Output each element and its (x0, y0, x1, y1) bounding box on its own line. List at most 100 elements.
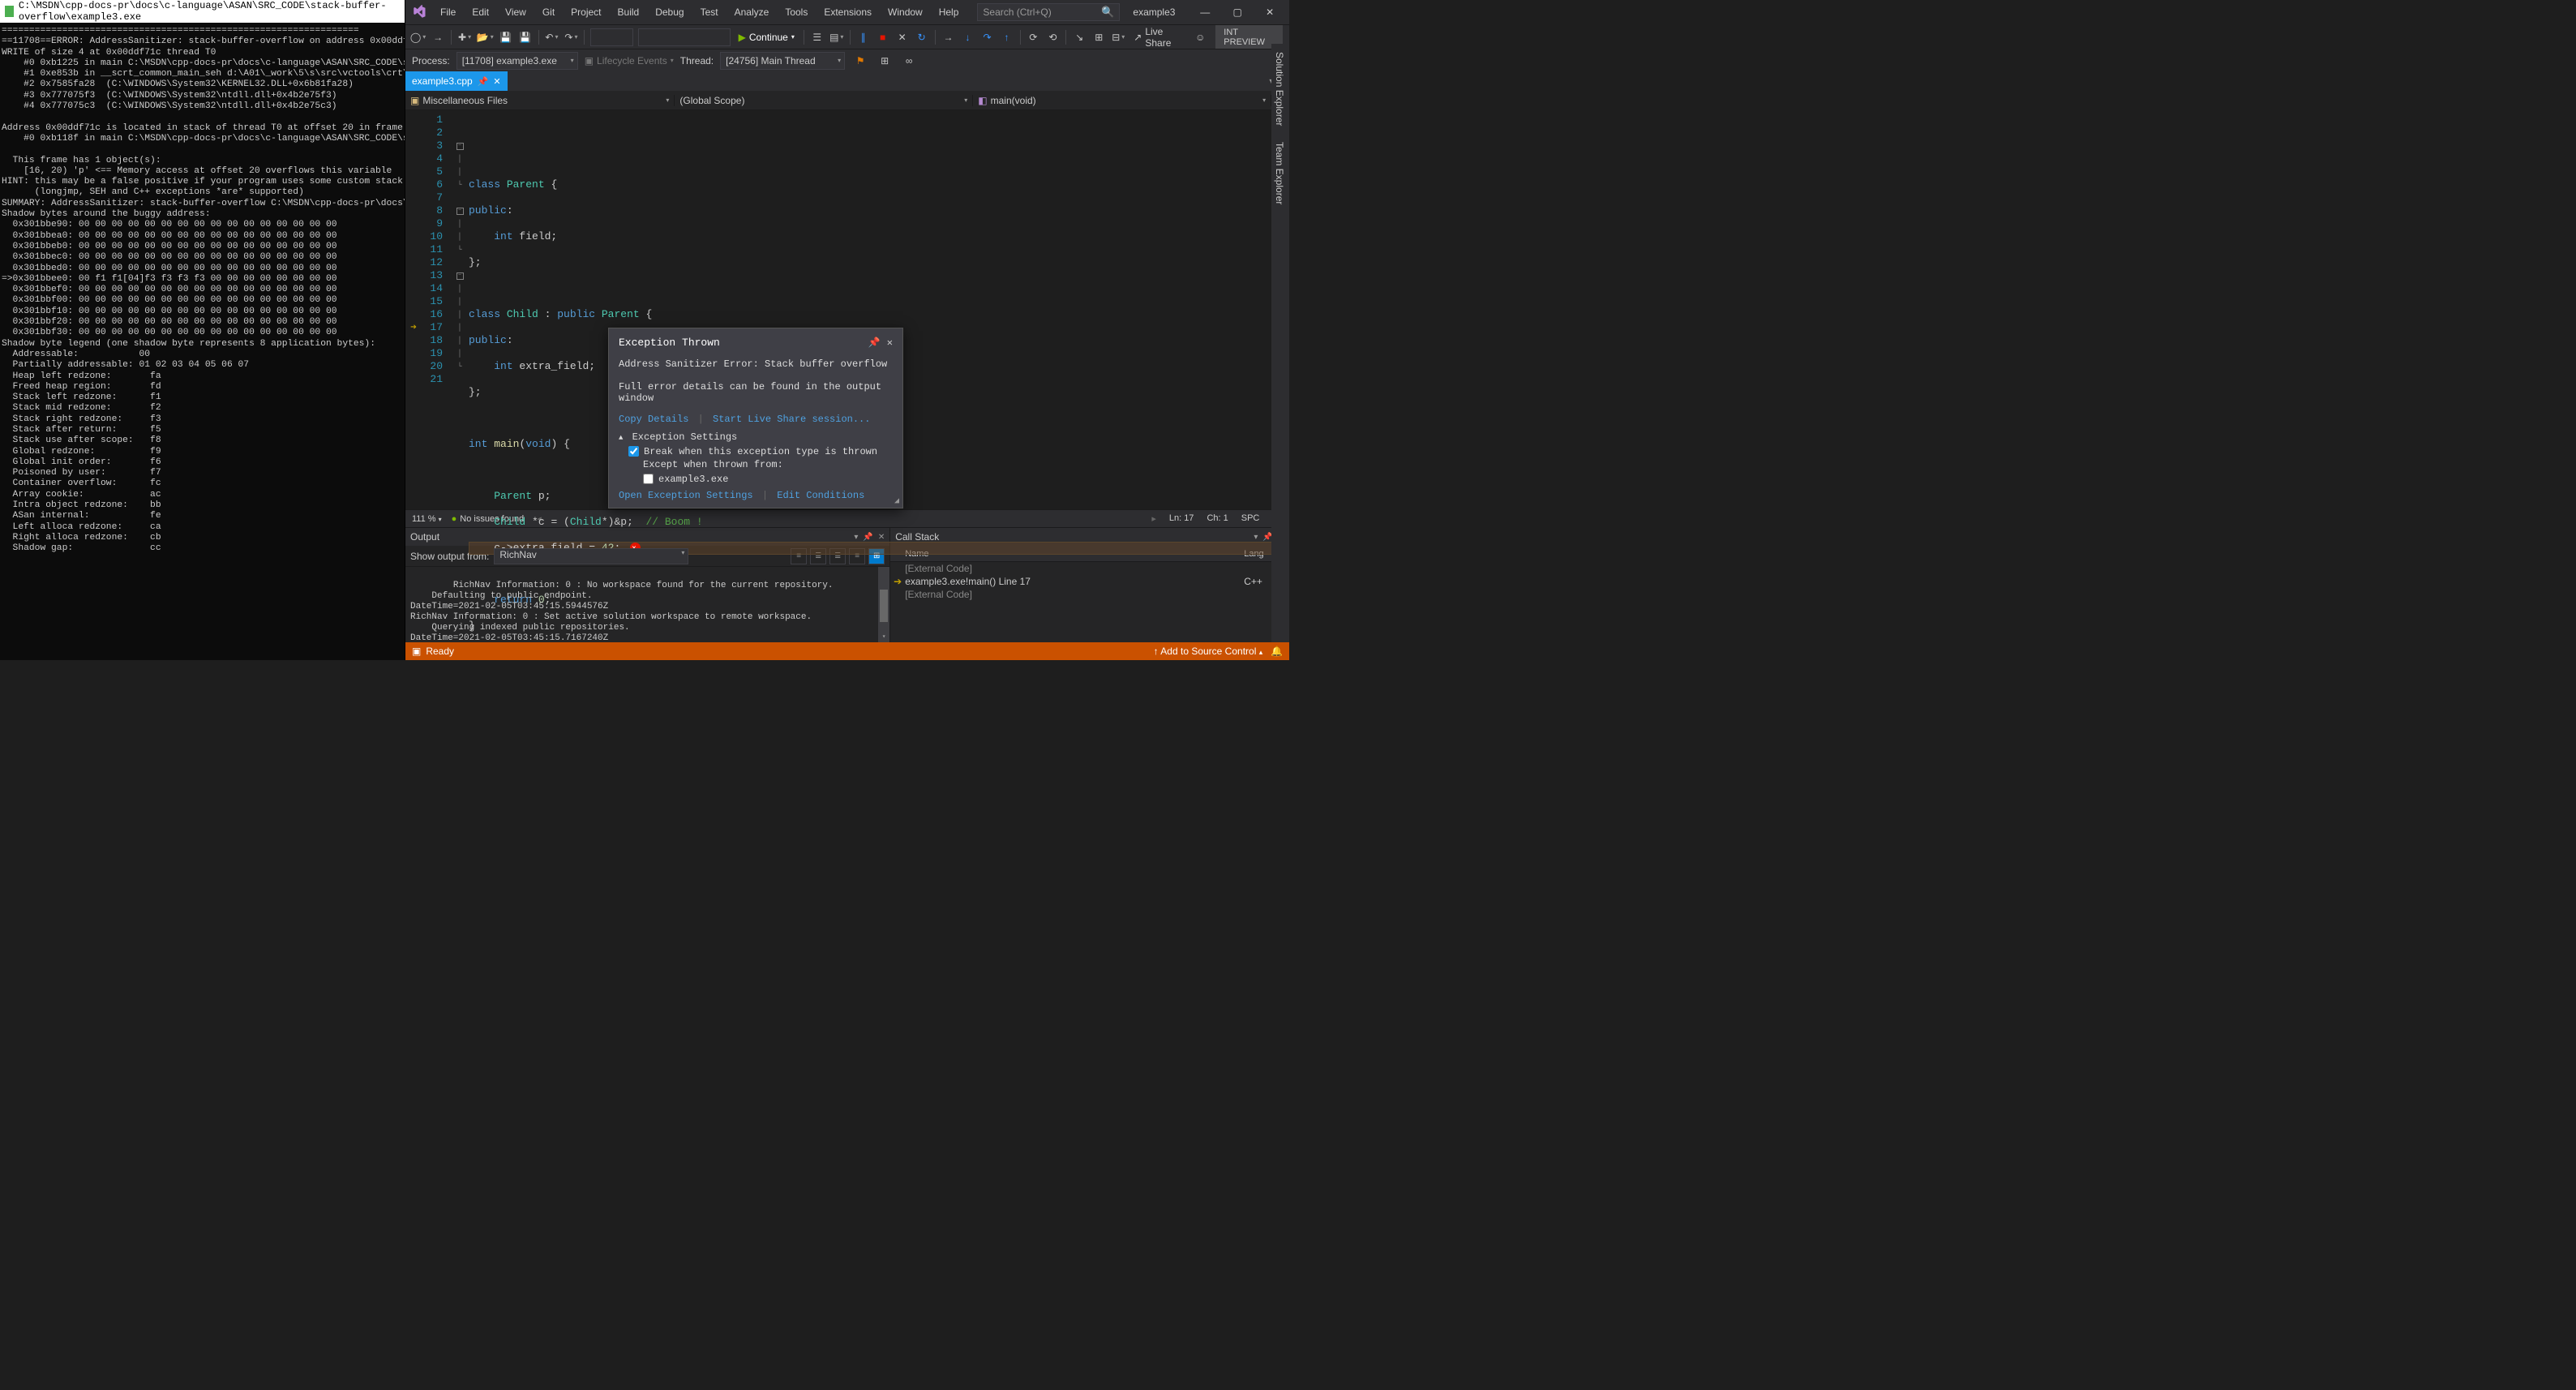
nav-back-button[interactable]: ◯ (409, 28, 427, 46)
menu-window[interactable]: Window (881, 3, 930, 21)
step-over-button[interactable]: ↷ (979, 28, 997, 46)
nav-member-combo[interactable]: ◧ main(void) (973, 95, 1271, 106)
toolbar-icon[interactable]: ⊞ (876, 52, 894, 70)
scroll-down-icon[interactable]: ▾ (878, 631, 889, 642)
solution-config-combo[interactable] (590, 28, 633, 46)
menu-test[interactable]: Test (693, 3, 726, 21)
menu-edit[interactable]: Edit (465, 3, 496, 21)
search-icon: 🔍 (1101, 6, 1114, 19)
quick-launch-search[interactable]: Search (Ctrl+Q) 🔍 (977, 3, 1120, 21)
menu-project[interactable]: Project (564, 3, 608, 21)
continue-button[interactable]: ▶ Continue ▾ (734, 32, 799, 43)
save-button[interactable]: 💾 (497, 28, 515, 46)
dock-solution-explorer[interactable]: Solution Explorer (1271, 44, 1288, 134)
step-into-button[interactable]: ↓ (959, 28, 977, 46)
dock-team-explorer[interactable]: Team Explorer (1271, 134, 1288, 212)
separator (584, 30, 585, 45)
feedback-button[interactable]: ☺ (1191, 28, 1209, 46)
flag-icon[interactable]: ⚑ (851, 52, 869, 70)
scrollbar-thumb[interactable] (880, 590, 888, 622)
lifecycle-events-button[interactable]: ▣ Lifecycle Events ▾ (585, 55, 674, 66)
toolbar-icon[interactable]: ↘ (1070, 28, 1088, 46)
pin-icon[interactable]: 📌 (868, 337, 881, 349)
toolbar-icon[interactable]: ☰ (808, 28, 826, 46)
nav-fwd-button[interactable]: → (429, 28, 447, 46)
show-next-stmt-button[interactable]: → (940, 28, 958, 46)
liveshare-button[interactable]: ↗ Live Share (1129, 26, 1189, 49)
menu-extensions[interactable]: Extensions (817, 3, 879, 21)
except-from-checkbox[interactable] (643, 474, 654, 484)
nav-project-label: Miscellaneous Files (422, 95, 508, 106)
close-button[interactable]: ✕ (1254, 1, 1286, 24)
nav-project-combo[interactable]: ▣ Miscellaneous Files (405, 95, 675, 106)
output-scrollbar[interactable]: ▾ (878, 567, 889, 642)
tab-example3-cpp[interactable]: example3.cpp 📌 ✕ (405, 71, 508, 91)
menu-view[interactable]: View (498, 3, 534, 21)
toolbar-icon[interactable]: ∞ (900, 52, 918, 70)
separator (538, 30, 539, 45)
method-icon: ◧ (978, 95, 987, 106)
console-titlebar[interactable]: C:\MSDN\cpp-docs-pr\docs\c-language\ASAN… (0, 0, 405, 23)
break-all-button[interactable]: ∥ (855, 28, 872, 46)
save-all-button[interactable]: 💾 (516, 28, 534, 46)
copy-details-link[interactable]: Copy Details (619, 414, 688, 425)
new-item-button[interactable]: ✚ (456, 28, 474, 46)
open-exception-settings-link[interactable]: Open Exception Settings (619, 490, 753, 501)
edit-conditions-link[interactable]: Edit Conditions (777, 490, 864, 501)
nav-scope-combo[interactable]: (Global Scope) (675, 95, 973, 106)
pin-icon[interactable]: 📌 (478, 76, 489, 87)
zoom-combo[interactable]: 111 % ▾ (412, 514, 442, 524)
menu-debug[interactable]: Debug (648, 3, 691, 21)
vs-titlebar[interactable]: File Edit View Git Project Build Debug T… (405, 0, 1289, 24)
thread-combo[interactable]: [24756] Main Thread (720, 52, 845, 70)
start-liveshare-link[interactable]: Start Live Share session... (713, 414, 870, 425)
process-combo[interactable]: [11708] example3.exe (456, 52, 578, 70)
menu-tools[interactable]: Tools (778, 3, 815, 21)
menu-file[interactable]: File (433, 3, 463, 21)
fold-column[interactable]: − ││└ − ││└ − ││││││└ (454, 110, 465, 509)
output-source-combo[interactable]: RichNav (494, 548, 688, 564)
output-title: Output (410, 531, 439, 543)
stop-button[interactable]: ■ (874, 28, 892, 46)
output-text[interactable]: RichNav Information: 0 : No workspace fo… (405, 567, 889, 642)
menu-help[interactable]: Help (932, 3, 967, 21)
nav-member-label: main(void) (991, 95, 1036, 106)
resize-grip-icon[interactable]: ◢ (894, 496, 899, 506)
console-output[interactable]: ========================================… (0, 23, 405, 660)
collapse-arrow-icon[interactable]: ▲ (619, 434, 623, 442)
close-icon[interactable]: ✕ (887, 337, 893, 349)
chevron-down-icon: ▾ (791, 33, 795, 41)
exception-subtext: Full error details can be found in the o… (619, 381, 893, 404)
line-gutter[interactable]: 12345 678910 1112131415 1617181920 21 ➔ (405, 110, 454, 509)
maximize-button[interactable]: ▢ (1221, 1, 1254, 24)
toolbar-icon[interactable]: ⟳ (1024, 28, 1042, 46)
exception-settings-header: Exception Settings (632, 431, 738, 443)
toolbar-icon[interactable]: ⊟ (1109, 28, 1127, 46)
continue-label: Continue (749, 32, 788, 43)
nav-scope-label: (Global Scope) (679, 95, 744, 106)
undo-button[interactable]: ↶ (542, 28, 560, 46)
menu-git[interactable]: Git (535, 3, 562, 21)
toolbar-icon[interactable]: ⊞ (1090, 28, 1108, 46)
open-button[interactable]: 📂 (475, 28, 495, 46)
toolbar-icon[interactable]: ▤ (828, 28, 846, 46)
visual-studio-window: File Edit View Git Project Build Debug T… (405, 0, 1289, 660)
code-editor[interactable]: 12345 678910 1112131415 1617181920 21 ➔ … (405, 110, 1289, 509)
redo-button[interactable]: ↷ (562, 28, 580, 46)
exception-message: Address Sanitizer Error: Stack buffer ov… (619, 358, 893, 370)
document-tabs: example3.cpp 📌 ✕ ▾ ⚙ (405, 71, 1289, 91)
console-app-icon (5, 6, 14, 17)
menu-build[interactable]: Build (611, 3, 647, 21)
menu-analyze[interactable]: Analyze (727, 3, 777, 21)
separator (451, 30, 452, 45)
close-icon[interactable]: ✕ (493, 76, 500, 87)
break-when-thrown-checkbox[interactable] (628, 446, 639, 457)
toolbar-icon[interactable]: ✕ (894, 28, 911, 46)
exception-thrown-popup[interactable]: Exception Thrown 📌 ✕ Address Sanitizer E… (608, 328, 903, 508)
step-out-button[interactable]: ↑ (998, 28, 1016, 46)
restart-button[interactable]: ↻ (913, 28, 931, 46)
solution-platform-combo[interactable] (638, 28, 730, 46)
toolbar-icon[interactable]: ⟲ (1044, 28, 1061, 46)
minimize-button[interactable]: — (1189, 1, 1221, 24)
console-window: C:\MSDN\cpp-docs-pr\docs\c-language\ASAN… (0, 0, 405, 660)
